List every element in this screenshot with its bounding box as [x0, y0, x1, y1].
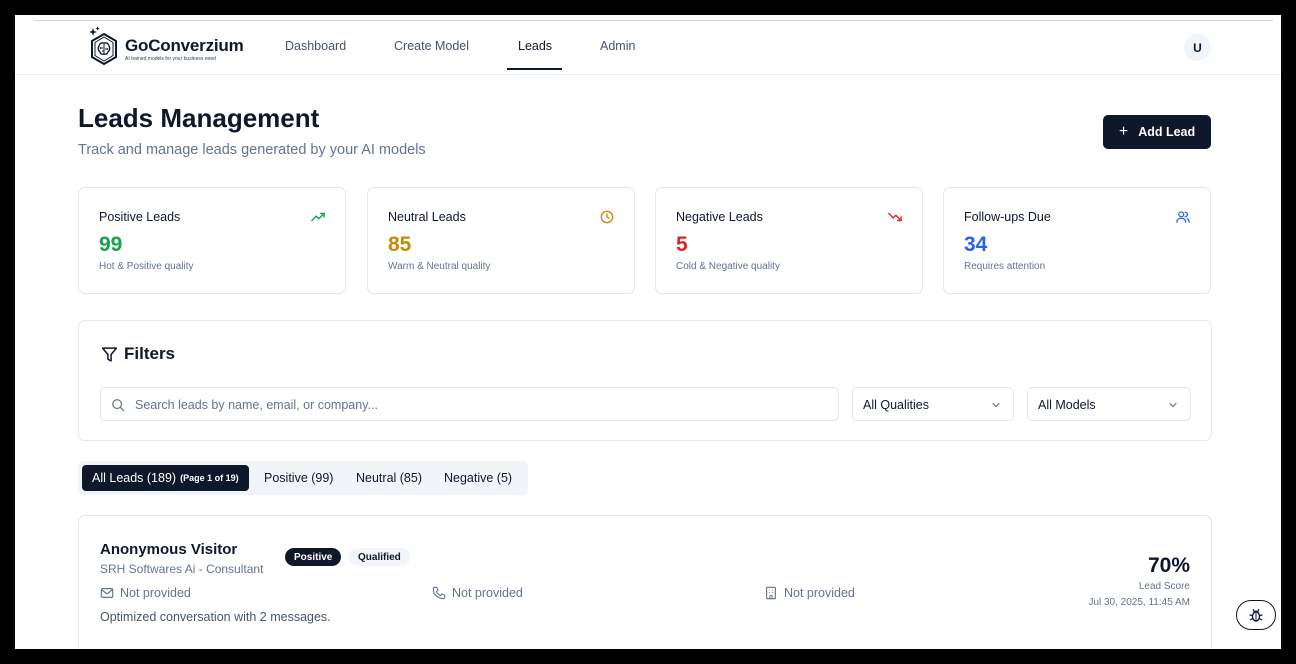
stat-description: Warm & Neutral quality — [388, 261, 491, 272]
search-placeholder: Search leads by name, email, or company.… — [135, 398, 378, 412]
phone-icon — [432, 586, 446, 600]
lead-score-label: Lead Score — [1138, 581, 1190, 592]
debug-button[interactable] — [1236, 600, 1276, 630]
bug-icon — [1249, 608, 1263, 622]
chevron-down-icon — [992, 402, 1000, 408]
stat-label: Follow-ups Due — [964, 210, 1051, 224]
tab-neutral[interactable]: Neutral (85) — [356, 465, 422, 491]
model-select[interactable]: All Models — [1027, 387, 1191, 421]
stat-card-neutral: Neutral Leads 85 Warm & Neutral quality — [367, 187, 635, 294]
stat-value: 85 — [388, 233, 412, 256]
model-select-value: All Models — [1038, 398, 1096, 412]
filters-panel: Filters Search leads by name, email, or … — [78, 320, 1212, 441]
lead-name: Anonymous Visitor — [100, 541, 238, 558]
quality-badge: Positive — [285, 548, 342, 566]
lead-date: Jul 30, 2025, 11:45 AM — [1088, 597, 1190, 608]
status-badge: Qualified — [349, 548, 410, 566]
filters-heading: Filters — [101, 344, 175, 364]
top-navbar: GoConverzium AI trained models for your … — [15, 21, 1281, 75]
stat-value: 5 — [676, 233, 688, 256]
brand-name: GoConverzium — [125, 36, 244, 55]
filter-icon — [101, 346, 118, 362]
tab-negative[interactable]: Negative (5) — [444, 465, 512, 491]
search-icon — [112, 399, 125, 412]
trending-down-icon — [888, 212, 902, 222]
stat-card-positive: Positive Leads 99 Hot & Positive quality — [78, 187, 346, 294]
nav-link-create-model[interactable]: Create Model — [394, 39, 469, 53]
stat-card-negative: Negative Leads 5 Cold & Negative quality — [655, 187, 923, 294]
add-lead-button[interactable]: + Add Lead — [1103, 115, 1211, 149]
tab-page-info: (Page 1 of 19) — [180, 473, 239, 483]
users-icon — [1176, 211, 1190, 223]
stat-description: Cold & Negative quality — [676, 261, 780, 272]
nav-link-dashboard[interactable]: Dashboard — [285, 39, 346, 53]
lead-email-value: Not provided — [120, 586, 191, 600]
nav-link-leads[interactable]: Leads — [518, 39, 552, 53]
lead-organization-value: Not provided — [784, 586, 855, 600]
logo-brain-icon — [89, 26, 117, 66]
app-window: GoConverzium AI trained models for your … — [15, 15, 1281, 649]
stat-description: Hot & Positive quality — [99, 261, 194, 272]
lead-phone-value: Not provided — [452, 586, 523, 600]
trending-up-icon — [311, 212, 325, 222]
tab-all-label: All Leads (189) — [92, 471, 177, 485]
stat-value: 34 — [964, 233, 988, 256]
lead-score: 70% — [1147, 554, 1190, 577]
quality-select-value: All Qualities — [863, 398, 929, 412]
filters-title-text: Filters — [124, 344, 176, 363]
page-title: Leads Management — [78, 103, 320, 133]
tab-all-leads[interactable]: All Leads (189) (Page 1 of 19) — [82, 465, 249, 491]
lead-summary: Optimized conversation with 2 messages. — [100, 610, 331, 624]
chevron-down-icon — [1169, 402, 1177, 408]
lead-tabs: All Leads (189) (Page 1 of 19) Positive … — [78, 461, 528, 495]
lead-company: SRH Softwares Ai - Consultant — [100, 562, 264, 576]
stat-label: Negative Leads — [676, 210, 763, 224]
add-lead-label: Add Lead — [1138, 125, 1196, 139]
brand-tagline: AI trained models for your business need — [125, 56, 216, 62]
page-subtitle: Track and manage leads generated by your… — [78, 142, 426, 158]
mail-icon — [100, 588, 114, 598]
plus-icon: + — [1118, 123, 1129, 140]
building-icon — [766, 586, 776, 600]
nav-link-admin[interactable]: Admin — [600, 39, 635, 53]
stat-label: Positive Leads — [99, 210, 181, 224]
brand-logo[interactable]: GoConverzium AI trained models for your … — [85, 24, 245, 70]
stat-label: Neutral Leads — [388, 210, 466, 224]
active-nav-indicator — [507, 68, 562, 70]
search-input[interactable]: Search leads by name, email, or company.… — [100, 387, 839, 421]
stat-description: Requires attention — [964, 261, 1046, 272]
quality-select[interactable]: All Qualities — [852, 387, 1014, 421]
lead-card[interactable]: Anonymous Visitor Positive Qualified SRH… — [78, 515, 1212, 649]
stat-card-followups: Follow-ups Due 34 Requires attention — [943, 187, 1211, 294]
lead-phone: Not provided — [432, 586, 523, 600]
lead-organization: Not provided — [764, 586, 855, 600]
clock-icon — [600, 210, 614, 224]
tab-positive[interactable]: Positive (99) — [264, 465, 333, 491]
stat-value: 99 — [99, 233, 123, 256]
user-avatar[interactable]: U — [1184, 34, 1211, 61]
lead-email: Not provided — [100, 586, 191, 600]
